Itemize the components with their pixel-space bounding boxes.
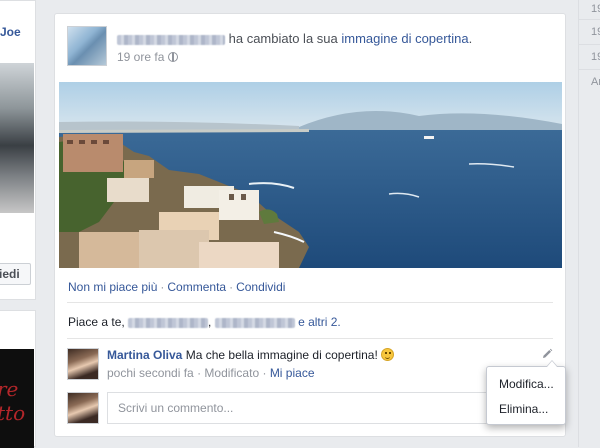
menu-item-delete[interactable]: Elimina... bbox=[499, 402, 548, 416]
comment-like-link[interactable]: Mi piace bbox=[270, 366, 315, 380]
comment-edited[interactable]: Modificato bbox=[204, 366, 259, 380]
post-timestamp: 19 ore fa bbox=[117, 50, 179, 64]
others-likes-link[interactable]: e altri 2. bbox=[298, 315, 341, 329]
movie-poster[interactable]: re tto bbox=[0, 349, 34, 448]
likes-summary: Piace a te, , e altri 2. bbox=[68, 315, 341, 329]
unlike-link[interactable]: Non mi piace più bbox=[68, 280, 157, 294]
comment-options-menu: Modifica... Elimina... bbox=[486, 360, 566, 425]
coastline-image bbox=[59, 82, 562, 268]
share-link[interactable]: Condividi bbox=[236, 280, 285, 294]
author-name-redacted[interactable] bbox=[117, 34, 225, 45]
right-column-item[interactable]: 19 bbox=[591, 3, 600, 15]
friend-request-button[interactable]: iedi bbox=[0, 263, 31, 285]
divider bbox=[67, 302, 553, 303]
comment-link[interactable]: Commenta bbox=[167, 280, 226, 294]
comment-text: Ma che bella immagine di copertina! bbox=[185, 348, 378, 362]
friend-name[interactable]: Joe bbox=[0, 25, 21, 39]
comment-author[interactable]: Martina Oliva bbox=[107, 348, 182, 362]
right-column: 19 19 19 Ar bbox=[578, 0, 600, 447]
cover-photo[interactable] bbox=[59, 82, 562, 268]
globe-icon[interactable] bbox=[168, 52, 179, 62]
liker-name-redacted[interactable] bbox=[128, 317, 209, 328]
friend-suggestion-card: Joe iedi bbox=[0, 0, 36, 300]
divider bbox=[67, 338, 553, 339]
friend-photo[interactable] bbox=[0, 63, 34, 213]
commenter-avatar[interactable] bbox=[67, 348, 99, 380]
pencil-icon[interactable] bbox=[541, 348, 553, 360]
liker-name-redacted[interactable] bbox=[214, 317, 295, 328]
left-column: Joe iedi re tto bbox=[0, 0, 36, 448]
right-column-item[interactable]: 19 bbox=[591, 51, 600, 63]
smiley-icon bbox=[381, 348, 395, 361]
post-actions: Non mi piace più · Commenta · Condividi bbox=[68, 280, 286, 294]
menu-item-edit[interactable]: Modifica... bbox=[499, 377, 554, 391]
comment: Martina Oliva Ma che bella immagine di c… bbox=[107, 348, 395, 362]
promo-card: re tto bbox=[0, 310, 36, 448]
my-avatar[interactable] bbox=[67, 392, 99, 424]
post-time[interactable]: 19 ore fa bbox=[117, 50, 164, 64]
post-action-text: ha cambiato la sua bbox=[228, 31, 338, 46]
comment-time[interactable]: pochi secondi fa bbox=[107, 366, 194, 380]
post-header: ha cambiato la sua immagine di copertina… bbox=[117, 31, 472, 46]
right-column-item[interactable]: 19 bbox=[591, 26, 600, 38]
cover-photo-link[interactable]: immagine di copertina bbox=[341, 31, 468, 46]
comment-meta: pochi secondi fa · Modificato · Mi piace bbox=[107, 366, 315, 380]
right-column-item[interactable]: Ar bbox=[591, 76, 600, 88]
author-avatar[interactable] bbox=[67, 26, 107, 66]
